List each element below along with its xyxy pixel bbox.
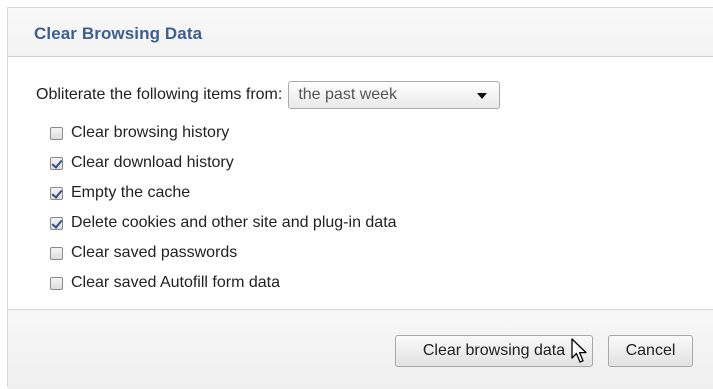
time-range-label: Obliterate the following items from: (36, 86, 283, 103)
option-label: Clear saved passwords (71, 244, 238, 261)
mouse-pointer-icon (571, 338, 587, 363)
option-label: Clear browsing history (71, 124, 230, 141)
dialog-title: Clear Browsing Data (34, 24, 203, 43)
option-label: Delete cookies and other site and plug-i… (71, 214, 397, 231)
checkbox[interactable] (50, 186, 63, 200)
checkbox[interactable] (50, 156, 63, 170)
time-range-row: Obliterate the following items from: the… (36, 80, 501, 110)
option-empty-cache[interactable]: Empty the cache (50, 178, 397, 208)
dialog-footer: Clear browsing data Cancel (8, 309, 713, 389)
option-clear-autofill-data[interactable]: Clear saved Autofill form data (50, 268, 397, 298)
option-clear-saved-passwords[interactable]: Clear saved passwords (50, 238, 397, 268)
option-clear-download-history[interactable]: Clear download history (50, 148, 397, 178)
checkbox[interactable] (50, 246, 63, 260)
time-range-select[interactable]: the past week (288, 81, 501, 109)
checkbox[interactable] (50, 276, 63, 290)
chevron-down-icon (477, 93, 488, 99)
dialog-title-bar: Clear Browsing Data (8, 8, 713, 57)
clear-browsing-data-button[interactable]: Clear browsing data (395, 335, 593, 367)
checkbox[interactable] (50, 126, 63, 140)
cancel-button[interactable]: Cancel (608, 335, 693, 367)
options-list: Clear browsing history Clear download hi… (50, 118, 397, 298)
option-label: Empty the cache (71, 184, 191, 201)
checkbox[interactable] (50, 216, 63, 230)
time-range-value: the past week (298, 86, 398, 103)
option-delete-cookies[interactable]: Delete cookies and other site and plug-i… (50, 208, 397, 238)
clear-browsing-data-dialog: Clear Browsing Data Obliterate the follo… (7, 7, 713, 389)
option-label: Clear download history (71, 154, 234, 171)
option-label: Clear saved Autofill form data (71, 274, 280, 291)
option-clear-browsing-history[interactable]: Clear browsing history (50, 118, 397, 148)
